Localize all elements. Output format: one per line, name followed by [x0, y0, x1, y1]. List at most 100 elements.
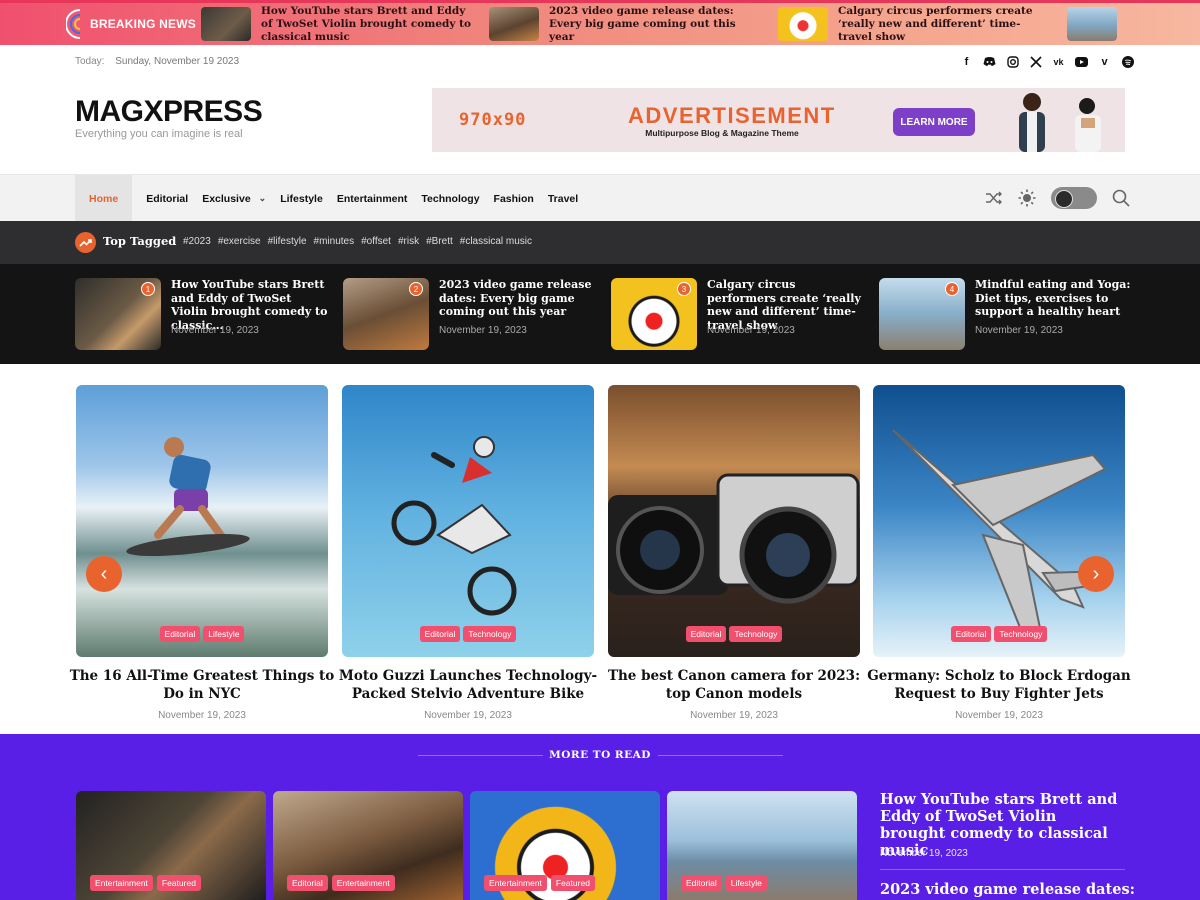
- category-badge[interactable]: Entertainment: [484, 875, 547, 891]
- nav-exclusive-label: Exclusive: [202, 192, 251, 205]
- trending-date: November 19, 2023: [975, 325, 1063, 336]
- nav-travel[interactable]: Travel: [541, 175, 585, 222]
- chevron-left-icon: ‹: [100, 562, 108, 585]
- category-badge[interactable]: Editorial: [681, 875, 722, 891]
- category-badge[interactable]: Technology: [729, 626, 783, 642]
- game-thumbnail[interactable]: [489, 7, 539, 41]
- card-title[interactable]: Germany: Scholz to Block Erdogan Request…: [865, 667, 1133, 703]
- vk-icon[interactable]: vk: [1052, 55, 1065, 68]
- trending-title[interactable]: 2023 video game release dates: Every big…: [439, 278, 599, 319]
- breaking-label: BREAKING NEWS: [90, 17, 196, 31]
- category-badge[interactable]: Editorial: [950, 626, 992, 642]
- nav-technology[interactable]: Technology: [414, 175, 486, 222]
- nav-entertainment[interactable]: Entertainment: [330, 175, 415, 222]
- card-title[interactable]: Moto Guzzi Launches Technology-Packed St…: [334, 667, 602, 703]
- broadcast-icon: [66, 9, 81, 39]
- trending-date: November 19, 2023: [171, 325, 259, 336]
- category-badge[interactable]: Lifestyle: [725, 875, 767, 891]
- breaking-item-title[interactable]: How YouTube stars Brett and Eddy of TwoS…: [261, 5, 476, 44]
- breaking-item-title[interactable]: 2023 video game release dates: Every big…: [549, 5, 764, 44]
- tag-link[interactable]: #2023: [183, 236, 211, 247]
- dark-mode-toggle[interactable]: [1051, 187, 1097, 209]
- motocross-illustration: [391, 436, 517, 616]
- spotify-icon[interactable]: [1121, 55, 1134, 68]
- breaking-item-title[interactable]: Calgary circus performers create ‘really…: [838, 5, 1053, 44]
- discord-icon[interactable]: [983, 55, 996, 68]
- nav-fashion[interactable]: Fashion: [487, 175, 541, 222]
- tag-link[interactable]: #lifestyle: [268, 236, 307, 247]
- search-icon[interactable]: [1112, 189, 1130, 207]
- motocross-image[interactable]: [342, 385, 594, 657]
- category-badge[interactable]: Technology: [463, 626, 517, 642]
- tag-link[interactable]: #classical music: [460, 236, 532, 247]
- category-badge[interactable]: Editorial: [287, 875, 328, 891]
- trending-date: November 19, 2023: [707, 325, 795, 336]
- breaking-item[interactable]: 2023 video game release dates: Every big…: [489, 5, 764, 44]
- top-tagged-bar: Top Tagged #2023 #exercise #lifestyle #m…: [0, 221, 1200, 264]
- card-title[interactable]: The 16 All-Time Greatest Things to Do in…: [68, 667, 336, 703]
- tag-link[interactable]: #minutes: [314, 236, 355, 247]
- more-to-read-heading: MORE TO READ: [549, 749, 651, 761]
- nav-home[interactable]: Home: [75, 175, 133, 222]
- violin-thumbnail[interactable]: [201, 7, 251, 41]
- chevron-down-icon: ⌄: [258, 193, 267, 203]
- rank-badge: 4: [945, 282, 959, 296]
- x-icon[interactable]: [1029, 55, 1042, 68]
- nav-lifestyle[interactable]: Lifestyle: [273, 175, 330, 222]
- youtube-icon[interactable]: [1075, 55, 1088, 68]
- shuffle-icon[interactable]: [985, 191, 1003, 205]
- site-logo[interactable]: MAGXPRESS: [75, 95, 263, 129]
- category-badge[interactable]: Entertainment: [90, 875, 153, 891]
- vimeo-icon[interactable]: v: [1098, 55, 1111, 68]
- ad-people-illustration: [1019, 93, 1101, 152]
- trending-item[interactable]: 2 2023 video game release dates: Every b…: [343, 278, 598, 350]
- learn-more-button[interactable]: LEARN MORE: [893, 108, 975, 136]
- category-badge[interactable]: Editorial: [419, 626, 461, 642]
- advertisement-banner[interactable]: 970x90 ADVERTISEMENT Multipurpose Blog &…: [432, 88, 1125, 152]
- cameras-illustration: [608, 473, 860, 604]
- breaking-item[interactable]: Calgary circus performers create ‘really…: [778, 5, 1053, 44]
- clown-thumbnail[interactable]: [778, 7, 828, 41]
- category-badge[interactable]: Entertainment: [331, 875, 395, 891]
- side-article-date: November 19, 2023: [880, 848, 968, 859]
- top-tagged-title: Top Tagged: [103, 234, 177, 248]
- yoga-thumbnail[interactable]: [1067, 7, 1117, 41]
- tag-link[interactable]: #exercise: [218, 236, 261, 247]
- category-badge[interactable]: Featured: [550, 875, 595, 891]
- category-badge[interactable]: Technology: [994, 626, 1048, 642]
- slider-next-button[interactable]: ›: [1078, 556, 1114, 592]
- card-date: November 19, 2023: [424, 710, 512, 721]
- trending-item[interactable]: 4 Mindful eating and Yoga: Diet tips, ex…: [879, 278, 1134, 350]
- facebook-icon[interactable]: f: [960, 55, 973, 68]
- social-links: f vk v: [960, 55, 1134, 68]
- today-date: Today: Sunday, November 19 2023: [75, 56, 239, 67]
- category-badge[interactable]: Lifestyle: [203, 626, 245, 642]
- sun-icon[interactable]: [1018, 189, 1036, 207]
- category-badge[interactable]: Editorial: [685, 626, 727, 642]
- breaking-news-bar: BREAKING NEWS How YouTube stars Brett an…: [0, 0, 1200, 45]
- slider-prev-button[interactable]: ‹: [86, 556, 122, 592]
- category-badge[interactable]: Featured: [156, 875, 201, 891]
- trending-title[interactable]: How YouTube stars Brett and Eddy of TwoS…: [171, 278, 331, 332]
- side-article-title[interactable]: 2023 video game release dates:: [880, 881, 1135, 898]
- camera-image[interactable]: [608, 385, 860, 657]
- ad-subline: Multipurpose Blog & Magazine Theme: [645, 128, 799, 138]
- tag-link[interactable]: #risk: [398, 236, 419, 247]
- breaking-item[interactable]: How YouTube stars Brett and Eddy of TwoS…: [201, 5, 476, 44]
- trending-title[interactable]: Mindful eating and Yoga: Diet tips, exer…: [975, 278, 1135, 319]
- card-title[interactable]: The best Canon camera for 2023: top Cano…: [600, 667, 868, 703]
- surfing-image[interactable]: [76, 385, 328, 657]
- tag-link[interactable]: #Brett: [426, 236, 453, 247]
- surfer-illustration: [126, 437, 250, 557]
- breaking-item[interactable]: [1067, 7, 1117, 41]
- trending-item[interactable]: 3 Calgary circus performers create ‘real…: [611, 278, 866, 350]
- category-badge[interactable]: Editorial: [159, 626, 201, 642]
- ad-size: 970x90: [459, 110, 527, 130]
- tag-link[interactable]: #offset: [361, 236, 391, 247]
- instagram-icon[interactable]: [1006, 55, 1019, 68]
- trending-title[interactable]: Calgary circus performers create ‘really…: [707, 278, 867, 332]
- fighter-jet-image[interactable]: [873, 385, 1125, 657]
- nav-editorial[interactable]: Editorial: [139, 175, 195, 222]
- nav-exclusive[interactable]: Exclusive ⌄: [195, 175, 273, 222]
- trending-item[interactable]: 1 How YouTube stars Brett and Eddy of Tw…: [75, 278, 330, 350]
